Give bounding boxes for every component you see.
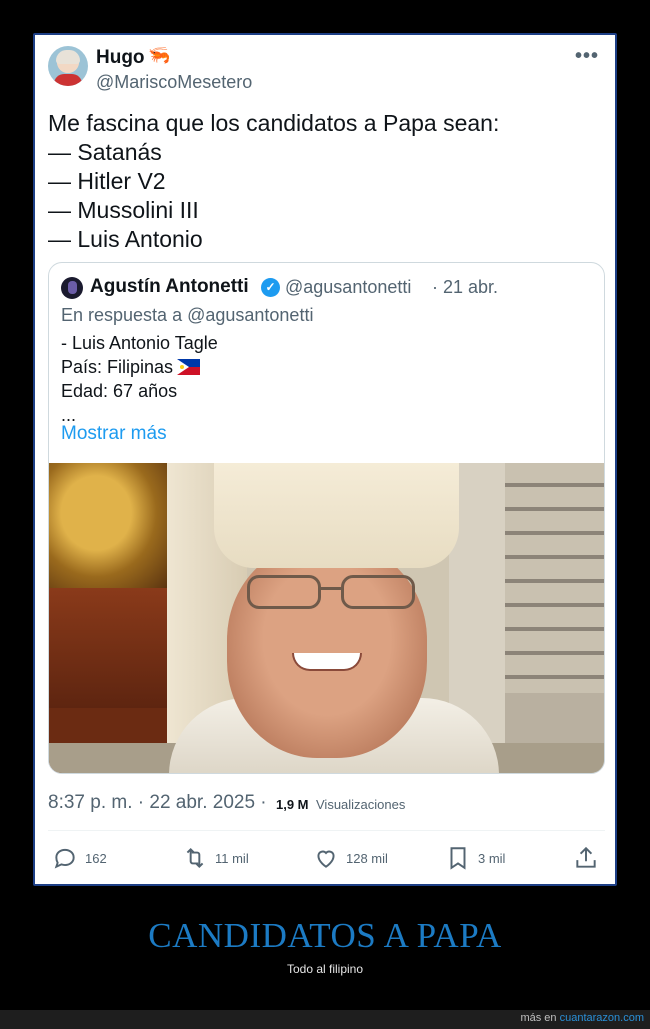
verified-badge-icon: ✓ bbox=[261, 278, 280, 297]
tweet-line: — Hitler V2 bbox=[48, 168, 166, 194]
tweet-line: — Luis Antonio bbox=[48, 226, 203, 252]
quote-photo[interactable] bbox=[49, 463, 604, 773]
shrimp-icon: 🦐 bbox=[148, 45, 171, 65]
share-icon bbox=[576, 846, 596, 868]
quote-line: Edad: 67 años bbox=[61, 381, 178, 401]
author-name[interactable]: Hugo bbox=[96, 47, 145, 69]
tweet-card: Hugo 🦐 @MariscoMesetero ••• Me fascina q… bbox=[33, 33, 617, 886]
tweet-timestamp[interactable]: 8:37 p. m. · 22 abr. 2025 · bbox=[48, 792, 267, 814]
retweet-count: 11 mil bbox=[215, 850, 249, 866]
site-link[interactable]: cuantarazon.com bbox=[560, 1012, 644, 1024]
philippines-flag-icon bbox=[177, 359, 201, 375]
quoted-tweet[interactable]: Agustín Antonetti ✓ @agusantonetti · 21 … bbox=[48, 262, 605, 774]
bookmark-icon bbox=[450, 847, 466, 870]
retweet-icon bbox=[186, 847, 204, 869]
show-more-link[interactable]: Mostrar más bbox=[61, 423, 167, 445]
author-avatar[interactable] bbox=[48, 46, 88, 86]
quote-date: · 21 abr. bbox=[432, 277, 499, 297]
quote-author-avatar bbox=[61, 277, 83, 299]
tweet-line: — Satanás bbox=[48, 139, 162, 165]
share-button[interactable] bbox=[573, 844, 599, 872]
reply-count: 162 bbox=[85, 850, 107, 866]
quote-body: - Luis Antonio Tagle País: Filipinas Eda… bbox=[61, 331, 218, 427]
tweet-text: Me fascina que los candidatos a Papa sea… bbox=[48, 109, 598, 254]
like-count: 128 mil bbox=[346, 850, 388, 866]
caption-subtitle: Todo al filipino bbox=[286, 962, 364, 976]
tweet-line: Me fascina que los candidatos a Papa sea… bbox=[48, 110, 500, 136]
bookmark-button[interactable]: 3 mil bbox=[445, 844, 505, 872]
more-options-icon[interactable]: ••• bbox=[575, 45, 599, 68]
like-button[interactable]: 128 mil bbox=[313, 844, 388, 872]
bookmark-count: 3 mil bbox=[478, 850, 506, 866]
quote-reply-context: En respuesta a @agusantonetti bbox=[61, 305, 314, 325]
quote-author-handle: @agusantonetti bbox=[285, 277, 412, 297]
quote-author-name: Agustín Antonetti bbox=[90, 276, 249, 297]
quote-line: - Luis Antonio Tagle bbox=[61, 333, 218, 353]
divider bbox=[48, 830, 605, 831]
reply-button[interactable]: 162 bbox=[52, 844, 107, 872]
views-label: Visualizaciones bbox=[316, 797, 406, 812]
reply-icon bbox=[54, 848, 75, 869]
heart-icon bbox=[317, 850, 335, 868]
author-handle[interactable]: @MariscoMesetero bbox=[96, 72, 252, 93]
retweet-button[interactable]: 11 mil bbox=[182, 844, 249, 872]
views-count: 1,9 M bbox=[276, 797, 309, 812]
tweet-line: — Mussolini III bbox=[48, 197, 199, 223]
caption-title: CANDIDATOS A PAPA bbox=[148, 916, 502, 955]
quote-line: País: Filipinas bbox=[61, 355, 218, 379]
footer-bar: más en cuantarazon.com bbox=[0, 1010, 650, 1029]
footer-text: más en cuantarazon.com bbox=[520, 1012, 644, 1024]
